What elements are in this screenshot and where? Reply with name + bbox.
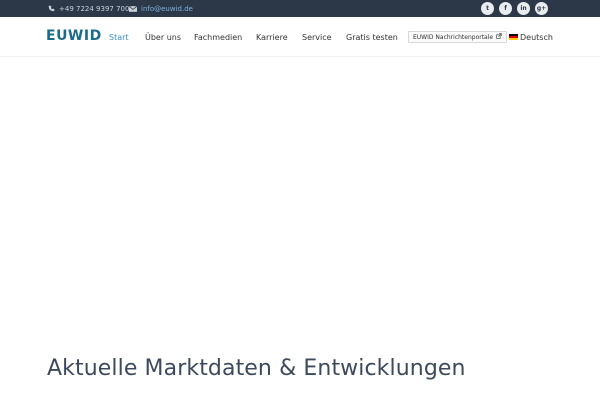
nav-item-karriere[interactable]: Karriere bbox=[256, 17, 288, 57]
email-contact[interactable]: info@euwid.de bbox=[129, 0, 193, 17]
language-label: Deutsch bbox=[520, 32, 553, 42]
external-link-icon bbox=[496, 33, 502, 41]
facebook-icon[interactable]: f bbox=[499, 2, 512, 15]
phone-contact[interactable]: +49 7224 9397 700 bbox=[47, 0, 129, 17]
nav-item-start[interactable]: Start bbox=[109, 17, 129, 57]
nav-item-service[interactable]: Service bbox=[302, 17, 332, 57]
nachrichtenportale-button[interactable]: EUWID Nachrichtenportale bbox=[408, 31, 508, 43]
phone-number: +49 7224 9397 700 bbox=[59, 4, 130, 13]
nav-item-fachmedien[interactable]: Fachmedien bbox=[194, 17, 242, 57]
social-links: t f in g+ bbox=[481, 2, 548, 15]
language-selector[interactable]: Deutsch bbox=[509, 17, 553, 57]
twitter-icon[interactable]: t bbox=[481, 2, 494, 15]
google-plus-icon[interactable]: g+ bbox=[535, 2, 548, 15]
nav-item-gratis-testen[interactable]: Gratis testen bbox=[346, 17, 398, 57]
main-navigation: EUWID Start Über uns Fachmedien Karriere… bbox=[0, 17, 600, 57]
portal-label: EUWID Nachrichtenportale bbox=[413, 33, 494, 41]
phone-icon bbox=[47, 5, 55, 13]
envelope-icon bbox=[129, 5, 137, 13]
email-link[interactable]: info@euwid.de bbox=[141, 5, 193, 13]
top-bar: +49 7224 9397 700 info@euwid.de t f in g… bbox=[0, 0, 600, 17]
page-headline: Aktuelle Marktdaten & Entwicklungen bbox=[47, 356, 466, 381]
nav-item-ueber-uns[interactable]: Über uns bbox=[145, 17, 181, 57]
german-flag-icon bbox=[509, 34, 518, 40]
linkedin-icon[interactable]: in bbox=[517, 2, 530, 15]
euwid-logo[interactable]: EUWID bbox=[46, 29, 102, 43]
